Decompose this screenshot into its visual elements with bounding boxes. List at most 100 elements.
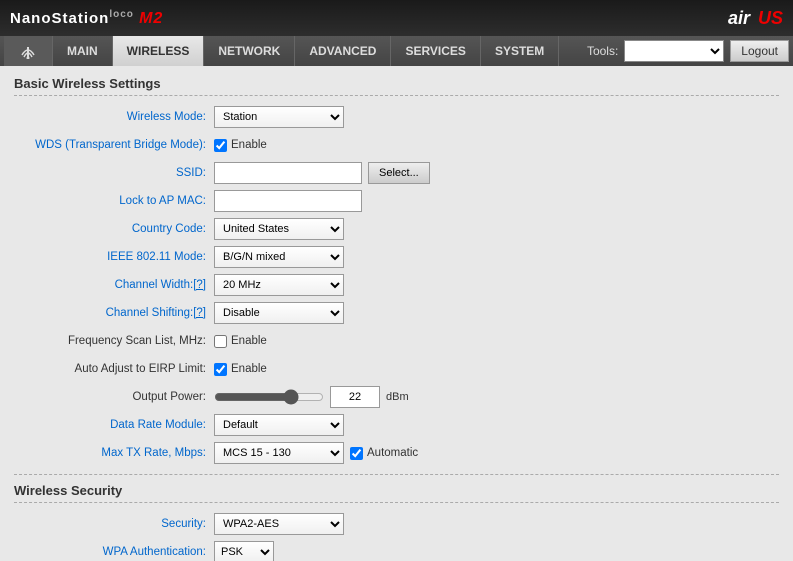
- select-button[interactable]: Select...: [368, 162, 430, 184]
- max-tx-row: Max TX Rate, Mbps: MCS 15 - 130 MCS 14 -…: [14, 442, 779, 464]
- auto-adjust-checkbox-label[interactable]: Enable: [214, 363, 267, 376]
- brand-logo: NanoStationloco M2: [10, 9, 163, 28]
- header: NanoStationloco M2 air US: [0, 0, 793, 36]
- data-rate-control: Default Custom: [214, 414, 344, 436]
- section-separator: [14, 474, 779, 475]
- nav-network[interactable]: NETWORK: [204, 36, 295, 66]
- lock-ap-mac-label: Lock to AP MAC:: [14, 195, 214, 207]
- ieee-mode-control: B/G/N mixed B only G only N only: [214, 246, 344, 268]
- nav-advanced[interactable]: ADVANCED: [295, 36, 391, 66]
- wireless-mode-control: Station Access Point Monitor: [214, 106, 344, 128]
- lock-ap-mac-control: [214, 190, 362, 212]
- automatic-checkbox-label[interactable]: Automatic: [350, 447, 418, 460]
- channel-width-control: 20 MHz 40 MHz: [214, 274, 344, 296]
- navbar-right: Tools: Logout: [587, 36, 789, 66]
- country-code-select[interactable]: United States Canada United Kingdom: [214, 218, 344, 240]
- output-power-input[interactable]: [330, 386, 380, 408]
- wds-row: WDS (Transparent Bridge Mode): Enable: [14, 134, 779, 156]
- nav-wireless-label: WIRELESS: [127, 44, 190, 58]
- auto-adjust-checkbox[interactable]: [214, 363, 227, 376]
- output-power-control: dBm: [214, 386, 409, 408]
- freq-scan-row: Frequency Scan List, MHz: Enable: [14, 330, 779, 352]
- nav-services-label: SERVICES: [405, 44, 465, 58]
- automatic-text: Automatic: [367, 447, 418, 459]
- auto-adjust-label: Auto Adjust to EIRP Limit:: [14, 363, 214, 375]
- channel-width-text: Channel Width:: [115, 279, 194, 291]
- channel-shifting-select[interactable]: Disable Enable: [214, 302, 344, 324]
- nav-main[interactable]: MAIN: [53, 36, 113, 66]
- max-tx-label: Max TX Rate, Mbps:: [14, 447, 214, 459]
- navbar: MAIN WIRELESS NETWORK ADVANCED SERVICES …: [0, 36, 793, 66]
- ieee-mode-select[interactable]: B/G/N mixed B only G only N only: [214, 246, 344, 268]
- channel-shifting-label: Channel Shifting:[?]: [14, 307, 214, 319]
- nav-network-label: NETWORK: [218, 44, 280, 58]
- channel-width-row: Channel Width:[?] 20 MHz 40 MHz: [14, 274, 779, 296]
- wds-checkbox[interactable]: [214, 139, 227, 152]
- wds-enable-text: Enable: [231, 139, 267, 151]
- data-rate-select[interactable]: Default Custom: [214, 414, 344, 436]
- freq-scan-label: Frequency Scan List, MHz:: [14, 335, 214, 347]
- security-select[interactable]: WPA2-AES WPA2-TKIP WPA None: [214, 513, 344, 535]
- nav-main-label: MAIN: [67, 44, 98, 58]
- nav-icon-item[interactable]: [4, 36, 53, 66]
- header-right: air US: [728, 8, 783, 29]
- brand-m2: M2: [139, 10, 163, 27]
- ieee-mode-row: IEEE 802.11 Mode: B/G/N mixed B only G o…: [14, 246, 779, 268]
- wpa-auth-label: WPA Authentication:: [14, 546, 214, 558]
- brand-nanostation: NanoStation: [10, 10, 109, 27]
- country-code-control: United States Canada United Kingdom: [214, 218, 344, 240]
- channel-width-help[interactable]: [?]: [193, 279, 206, 291]
- lock-ap-mac-row: Lock to AP MAC:: [14, 190, 779, 212]
- nav-wireless[interactable]: WIRELESS: [113, 36, 205, 66]
- ssid-label: SSID:: [14, 167, 214, 179]
- freq-scan-checkbox[interactable]: [214, 335, 227, 348]
- wireless-mode-select[interactable]: Station Access Point Monitor: [214, 106, 344, 128]
- ssid-input[interactable]: [214, 162, 362, 184]
- wpa-auth-row: WPA Authentication: PSK EAP: [14, 541, 779, 561]
- country-code-label: Country Code:: [14, 223, 214, 235]
- nav-system[interactable]: SYSTEM: [481, 36, 559, 66]
- content-area: Basic Wireless Settings Wireless Mode: S…: [0, 66, 793, 561]
- channel-shifting-text: Channel Shifting:: [106, 307, 194, 319]
- tools-label: Tools:: [587, 44, 618, 58]
- freq-scan-control: Enable: [214, 335, 267, 348]
- brand-loco: loco: [109, 9, 134, 20]
- output-power-unit: dBm: [386, 391, 409, 403]
- ssid-row: SSID: Select...: [14, 162, 779, 184]
- channel-width-select[interactable]: 20 MHz 40 MHz: [214, 274, 344, 296]
- wds-checkbox-label[interactable]: Enable: [214, 139, 267, 152]
- nav-system-label: SYSTEM: [495, 44, 544, 58]
- nav-services[interactable]: SERVICES: [391, 36, 480, 66]
- nav-advanced-label: ADVANCED: [309, 44, 376, 58]
- output-power-slider[interactable]: [214, 390, 324, 404]
- channel-width-label: Channel Width:[?]: [14, 279, 214, 291]
- auto-adjust-row: Auto Adjust to EIRP Limit: Enable: [14, 358, 779, 380]
- data-rate-row: Data Rate Module: Default Custom: [14, 414, 779, 436]
- us-label: US: [758, 8, 783, 29]
- air-label: air: [728, 8, 750, 29]
- automatic-checkbox[interactable]: [350, 447, 363, 460]
- wireless-mode-label: Wireless Mode:: [14, 111, 214, 123]
- logout-button[interactable]: Logout: [730, 40, 789, 62]
- lock-ap-mac-input[interactable]: [214, 190, 362, 212]
- freq-scan-checkbox-label[interactable]: Enable: [214, 335, 267, 348]
- channel-shifting-help[interactable]: [?]: [193, 307, 206, 319]
- wpa-auth-control: PSK EAP: [214, 541, 274, 561]
- output-power-label: Output Power:: [14, 391, 214, 403]
- wds-label: WDS (Transparent Bridge Mode):: [14, 139, 214, 151]
- auto-adjust-enable-text: Enable: [231, 363, 267, 375]
- wpa-auth-select[interactable]: PSK EAP: [214, 541, 274, 561]
- freq-scan-enable-text: Enable: [231, 335, 267, 347]
- auto-adjust-control: Enable: [214, 363, 267, 376]
- country-code-row: Country Code: United States Canada Unite…: [14, 218, 779, 240]
- max-tx-select[interactable]: MCS 15 - 130 MCS 14 - 117 MCS 13 - 104: [214, 442, 344, 464]
- tools-select[interactable]: [624, 40, 724, 62]
- ssid-control: Select...: [214, 162, 430, 184]
- basic-wireless-title: Basic Wireless Settings: [14, 76, 779, 96]
- wds-control: Enable: [214, 139, 267, 152]
- data-rate-label: Data Rate Module:: [14, 419, 214, 431]
- channel-shifting-row: Channel Shifting:[?] Disable Enable: [14, 302, 779, 324]
- ieee-mode-label: IEEE 802.11 Mode:: [14, 251, 214, 263]
- wireless-mode-row: Wireless Mode: Station Access Point Moni…: [14, 106, 779, 128]
- channel-shifting-control: Disable Enable: [214, 302, 344, 324]
